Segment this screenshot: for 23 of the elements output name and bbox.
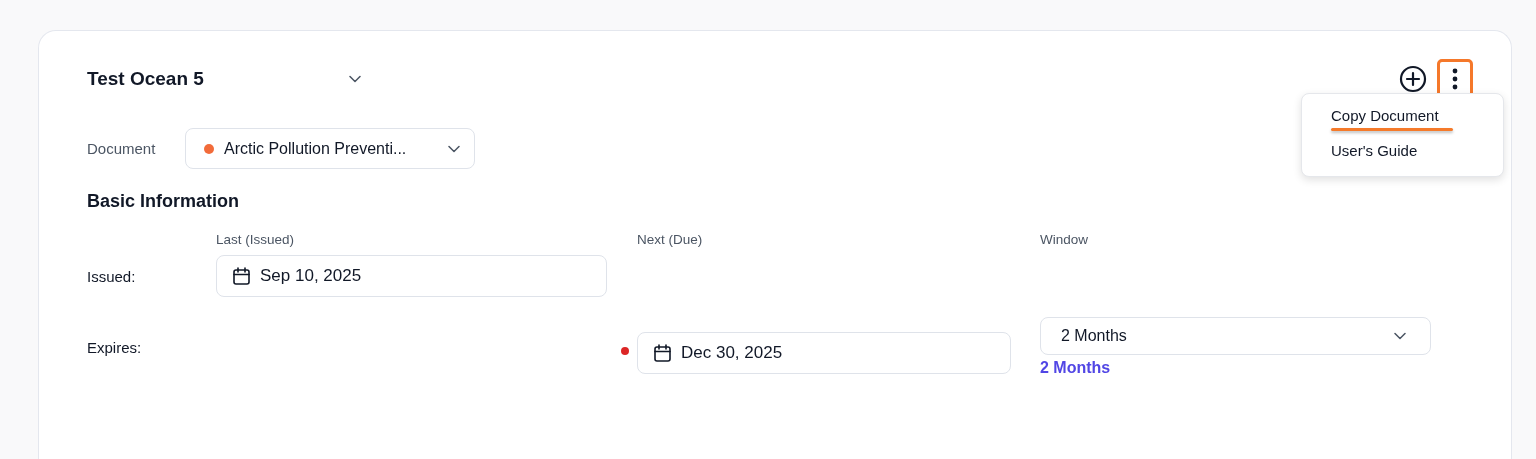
document-label: Document [87, 140, 157, 157]
date-field[interactable]: Sep 10, 2025 [216, 255, 607, 297]
window-select[interactable]: 2 Months [1040, 317, 1431, 355]
section-title: Basic Information [87, 191, 241, 212]
chevron-down-icon [1394, 332, 1406, 340]
row-label: Expires: [87, 338, 142, 356]
column-header: Window [1040, 232, 1088, 247]
date-field[interactable]: Dec 30, 2025 [637, 332, 1011, 374]
calendar-icon [233, 267, 250, 285]
document-select[interactable]: Arctic Pollution Preventi... [185, 128, 475, 169]
add-circle-icon[interactable] [1399, 65, 1427, 93]
column-header: Last (Issued) [216, 232, 295, 247]
calendar-icon [654, 344, 671, 362]
menu-item[interactable]: User's Guide [1302, 137, 1503, 166]
row-label: Issued: [87, 267, 136, 285]
chevron-down-icon [349, 75, 361, 83]
vessel-dropdown-toggle[interactable] [349, 75, 361, 83]
column-header: Next (Due) [637, 232, 703, 247]
more-vertical-icon [1452, 68, 1458, 90]
menu-item[interactable]: Copy Document [1302, 102, 1503, 131]
chevron-down-icon [448, 144, 460, 153]
window-note: 2 Months [1040, 359, 1112, 377]
vessel-title: Test Ocean 5 [87, 68, 205, 90]
